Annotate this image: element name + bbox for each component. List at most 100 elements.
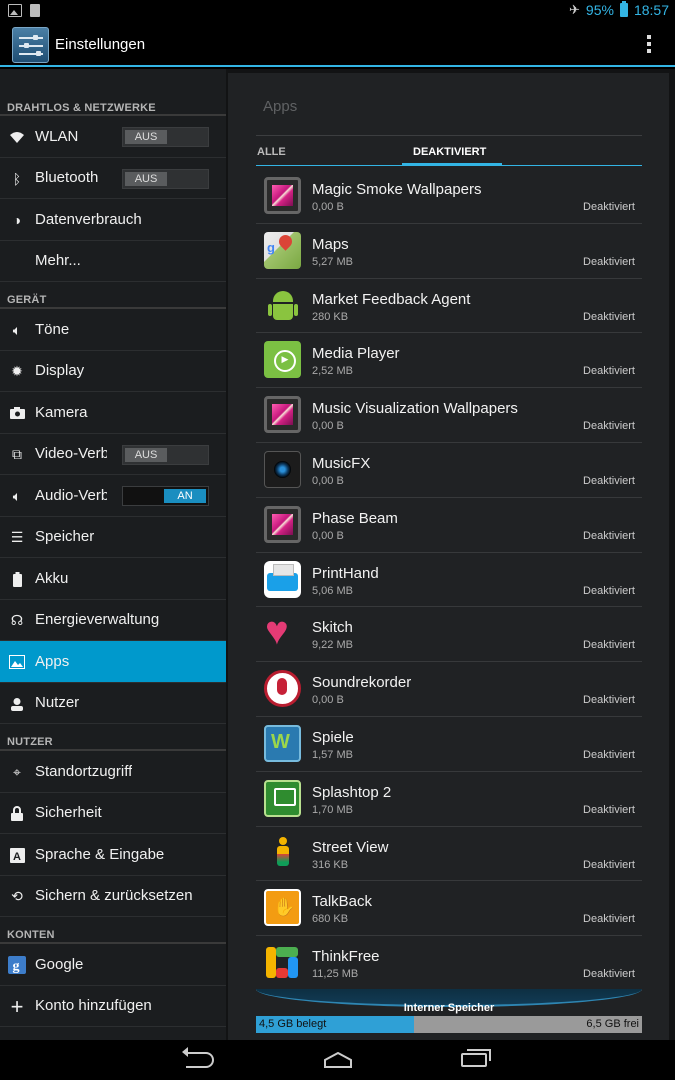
app-status: Deaktiviert — [583, 584, 635, 597]
sidebar-item-users[interactable]: Nutzer — [0, 683, 226, 724]
app-list-item[interactable]: Media Player 2,52 MB Deaktiviert — [256, 333, 642, 389]
sidebar-item-label: Display — [35, 362, 85, 380]
app-list-item[interactable]: Street View 316 KB Deaktiviert — [256, 827, 642, 882]
video-output-toggle[interactable]: AUS — [122, 444, 209, 465]
sidebar-item-apps[interactable]: Apps — [0, 641, 226, 683]
sidebar-item-label: Mehr... — [35, 252, 81, 270]
home-icon[interactable] — [323, 1052, 353, 1068]
app-name: Spiele — [312, 728, 354, 746]
sd-card-notification-icon — [30, 4, 40, 17]
clock: 18:57 — [633, 2, 669, 18]
location-icon: ⌖ — [13, 763, 21, 780]
app-size: 9,22 MB — [312, 639, 353, 652]
app-list-item[interactable]: Music Visualization Wallpapers 0,00 B Deak… — [256, 388, 642, 443]
app-size: 680 KB — [312, 913, 349, 926]
app-status: Deaktiviert — [583, 639, 635, 652]
skitch-heart-icon — [264, 609, 301, 654]
sidebar-item-location[interactable]: ⌖ Standortzugriff — [0, 751, 226, 793]
app-status: Deaktiviert — [583, 913, 635, 926]
sidebar-item-label: Kamera — [35, 403, 88, 421]
splashtop-icon — [264, 779, 301, 817]
sidebar-item-camera[interactable]: Kamera — [0, 392, 226, 434]
sidebar-item-display[interactable]: ✹ Display — [0, 351, 226, 392]
sidebar-item-label: Audio-Verb — [35, 486, 107, 504]
sidebar-item-power[interactable]: ☊ Energieverwaltung — [0, 600, 226, 641]
sidebar-item-label: Apps — [35, 652, 70, 670]
audio-output-toggle[interactable]: AN — [122, 486, 209, 506]
app-list-item[interactable]: PrintHand 5,06 MB Deaktiviert — [256, 553, 642, 608]
airplane-mode-icon: ✈ — [569, 2, 580, 17]
battery-icon — [619, 1, 628, 17]
app-name: MusicFX — [312, 454, 371, 472]
brightness-icon: ✹ — [11, 363, 23, 379]
video-output-icon: ⧉ — [12, 446, 22, 462]
thinkfree-icon — [264, 944, 301, 981]
app-list-item[interactable]: Soundrekorder 0,00 B Deaktiviert — [256, 662, 642, 717]
tab-disabled[interactable]: DEAKTIVIERT — [413, 146, 486, 158]
app-name: Splashtop 2 — [312, 783, 392, 801]
sidebar-item-label: Akku — [35, 569, 69, 587]
overflow-menu-icon[interactable] — [647, 35, 651, 56]
storage-bar: 4,5 GB belegt 6,5 GB frei — [256, 1016, 642, 1033]
audio-output-icon: 🔈︎ — [12, 487, 22, 504]
storage-icon: ☰ — [10, 529, 24, 545]
sidebar-item-backup[interactable]: ⟲ Sichern & zurücksetzen — [0, 876, 226, 917]
app-list-item[interactable]: Maps 5,27 MB Deaktiviert — [256, 224, 642, 279]
wlan-toggle[interactable]: AUS — [122, 127, 209, 147]
app-list-item[interactable]: Splashtop 2 1,70 MB Deaktiviert — [256, 772, 642, 827]
tab-all[interactable]: ALLE — [257, 146, 286, 158]
app-list-item[interactable]: Spiele 1,57 MB Deaktiviert — [256, 717, 642, 772]
sidebar-item-storage[interactable]: ☰ Speicher — [0, 517, 226, 558]
svg-text:g: g — [13, 959, 20, 974]
back-icon[interactable] — [182, 1047, 214, 1068]
sidebar-item-add-account[interactable]: + Konto hinzufügen — [0, 986, 226, 1027]
app-list-item[interactable]: TalkBack 680 KB Deaktiviert — [256, 881, 642, 937]
sidebar-item-wlan[interactable]: WLAN AUS — [0, 116, 226, 158]
recent-apps-icon[interactable] — [461, 1049, 491, 1067]
app-name: Media Player — [312, 345, 400, 363]
sidebar-item-label: Energieverwaltung — [35, 611, 160, 629]
app-name: Magic Smoke Wallpapers — [312, 181, 482, 198]
navigation-bar — [0, 1040, 675, 1080]
bluetooth-toggle[interactable]: AUS — [122, 168, 209, 189]
app-status: Deaktiviert — [583, 858, 635, 871]
app-list-item[interactable]: MusicFX 0,00 B Deaktiviert — [256, 443, 642, 498]
sidebar-item-more[interactable]: Mehr... — [0, 241, 226, 282]
sidebar-item-label: Töne — [35, 320, 70, 338]
sidebar-item-label: Sicherheit — [35, 804, 102, 822]
settings-app-icon[interactable] — [12, 27, 49, 63]
svg-text:A: A — [13, 851, 21, 863]
sidebar-item-language[interactable]: A Sprache & Eingabe — [0, 834, 226, 876]
sidebar-item-google[interactable]: g Google — [0, 944, 226, 986]
sidebar-item-bluetooth[interactable]: ᛒ Bluetooth AUS — [0, 158, 226, 199]
sidebar-item-label: Konto hinzufügen — [35, 997, 152, 1015]
image-notification-icon — [8, 4, 22, 17]
app-status: Deaktiviert — [583, 529, 635, 542]
sidebar-item-sound[interactable]: 🔈︎ Töne — [0, 309, 226, 351]
media-player-icon — [264, 341, 301, 379]
sidebar-item-video-output[interactable]: ⧉ Video-Verb AUS — [0, 434, 226, 475]
app-list-item[interactable]: Magic Smoke Wallpapers 0,00 B Deaktiviert — [256, 169, 642, 224]
storage-free-text: 6,5 GB frei — [586, 1018, 639, 1030]
action-bar: Einstellungen — [0, 22, 675, 67]
sidebar-item-label: Bluetooth — [35, 169, 99, 187]
tab-indicator — [402, 163, 502, 166]
sidebar-item-battery[interactable]: Akku — [0, 558, 226, 600]
speaker-icon: 🔈︎ — [12, 321, 22, 338]
plus-icon: + — [10, 993, 24, 1019]
app-list-item[interactable]: ThinkFree 11,25 MB Deaktiviert — [256, 936, 642, 991]
sidebar-item-data-usage[interactable]: ◑ Datenverbrauch — [0, 199, 226, 241]
data-usage-icon: ◑ — [12, 212, 22, 228]
sidebar-item-label: Standortzugriff — [35, 762, 133, 780]
microphone-icon — [264, 670, 301, 708]
apps-pane: Apps ALLE DEAKTIVIERT Magic Smoke Wallpa… — [226, 69, 675, 1040]
sidebar-item-security[interactable]: Sicherheit — [0, 793, 226, 834]
section-header-user: NUTZER — [0, 724, 226, 751]
app-list-item[interactable]: Skitch 9,22 MB Deaktiviert — [256, 607, 642, 663]
section-header-wireless: DRAHTLOS & NETZWERKE — [0, 69, 226, 116]
app-list-item[interactable]: Market Feedback Agent 280 KB Deaktiviert — [256, 279, 642, 334]
camera-icon — [8, 405, 26, 421]
sidebar-item-audio-output[interactable]: 🔈︎ Audio-Verb AN — [0, 475, 226, 517]
app-list-item[interactable]: Phase Beam 0,00 B Deaktiviert — [256, 498, 642, 553]
app-size: 0,00 B — [312, 529, 344, 542]
